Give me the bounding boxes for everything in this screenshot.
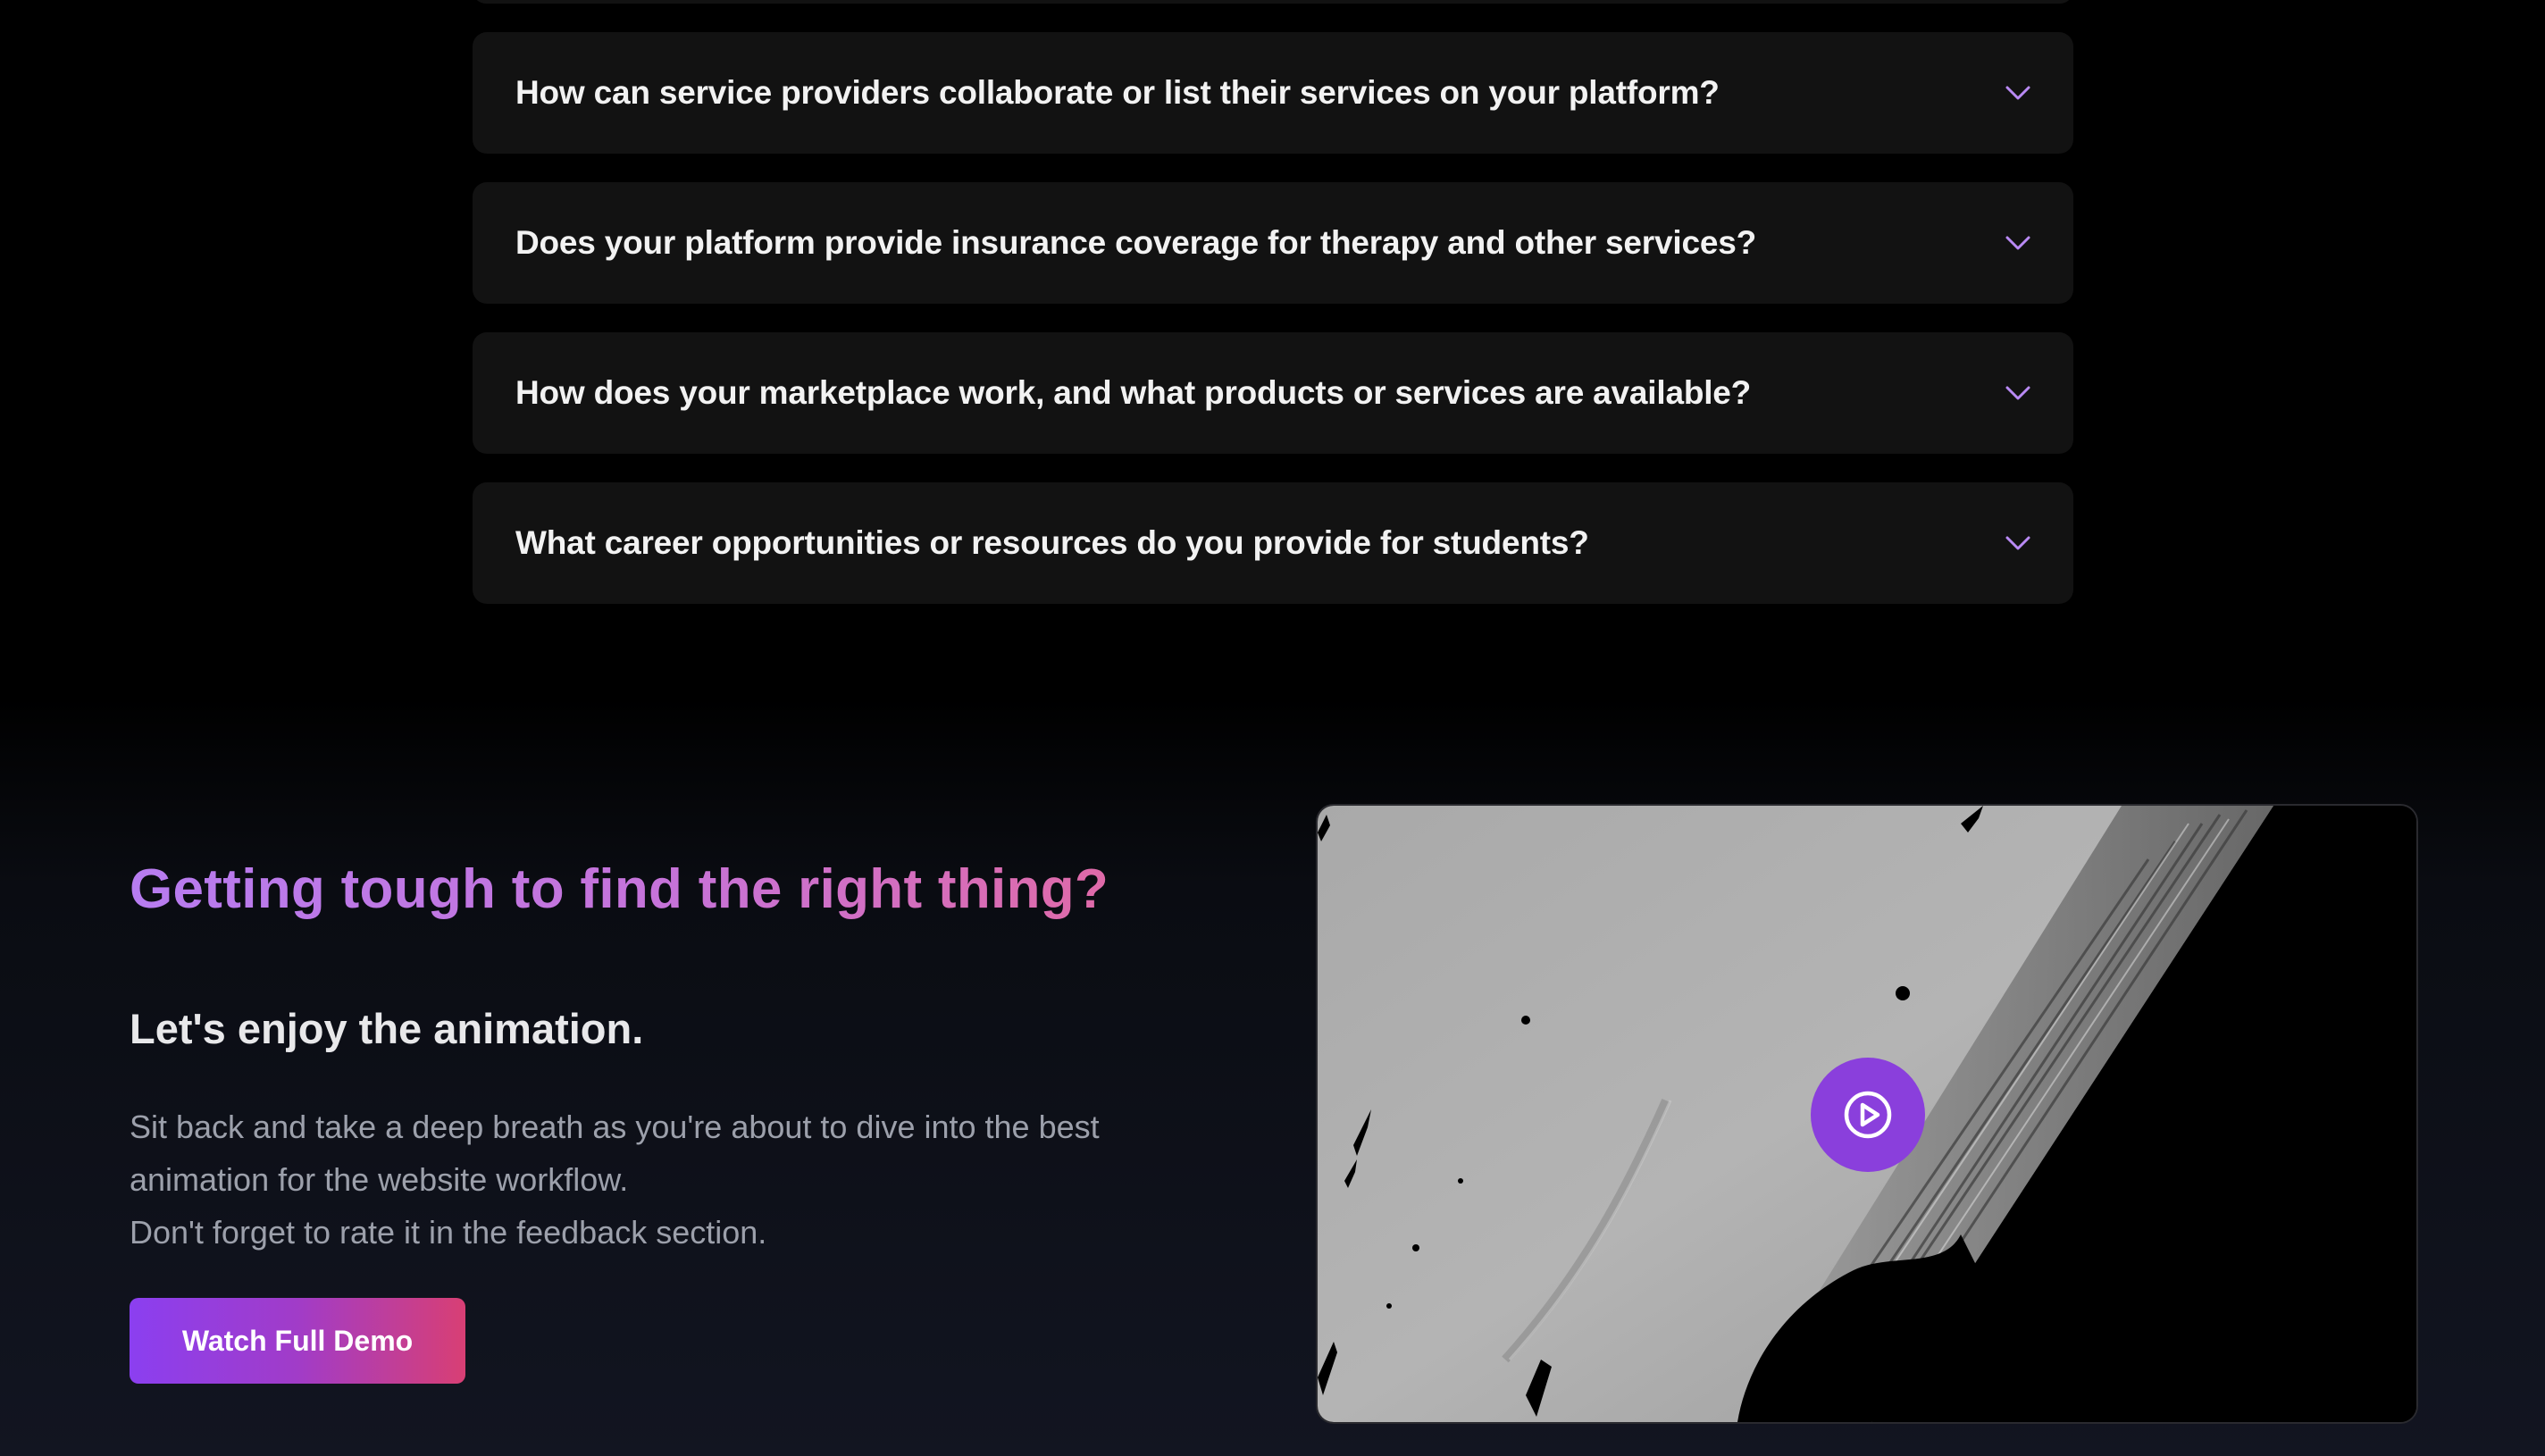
demo-video-player[interactable] [1316, 804, 2418, 1424]
demo-headline: Getting tough to find the right thing? [130, 858, 1109, 920]
play-button[interactable] [1811, 1058, 1925, 1172]
chevron-down-icon[interactable] [2002, 227, 2034, 259]
faq-question: What career opportunities or resources d… [515, 524, 1589, 561]
play-circle-icon [1844, 1091, 1892, 1139]
demo-description-line: Sit back and take a deep breath as you'r… [130, 1109, 1100, 1145]
chevron-down-icon[interactable] [2002, 527, 2034, 559]
chevron-down-icon[interactable] [2002, 377, 2034, 409]
faq-question: How can service providers collaborate or… [515, 74, 1720, 111]
chevron-down-icon[interactable] [2002, 77, 2034, 109]
faq-item-previous-edge[interactable] [473, 0, 2073, 4]
watch-full-demo-button[interactable]: Watch Full Demo [130, 1298, 465, 1384]
faq-item[interactable]: Does your platform provide insurance cov… [473, 182, 2073, 304]
demo-subheading: Let's enjoy the animation. [130, 1005, 644, 1052]
faq-item[interactable]: How does your marketplace work, and what… [473, 332, 2073, 454]
faq-item[interactable]: What career opportunities or resources d… [473, 482, 2073, 604]
faq-question: How does your marketplace work, and what… [515, 374, 1752, 411]
demo-description-line: Don't forget to rate it in the feedback … [130, 1214, 767, 1251]
demo-description-line: animation for the website workflow. [130, 1161, 629, 1198]
faq-question: Does your platform provide insurance cov… [515, 224, 1756, 261]
faq-item[interactable]: How can service providers collaborate or… [473, 32, 2073, 154]
demo-description: Sit back and take a deep breath as you'r… [130, 1100, 1219, 1259]
